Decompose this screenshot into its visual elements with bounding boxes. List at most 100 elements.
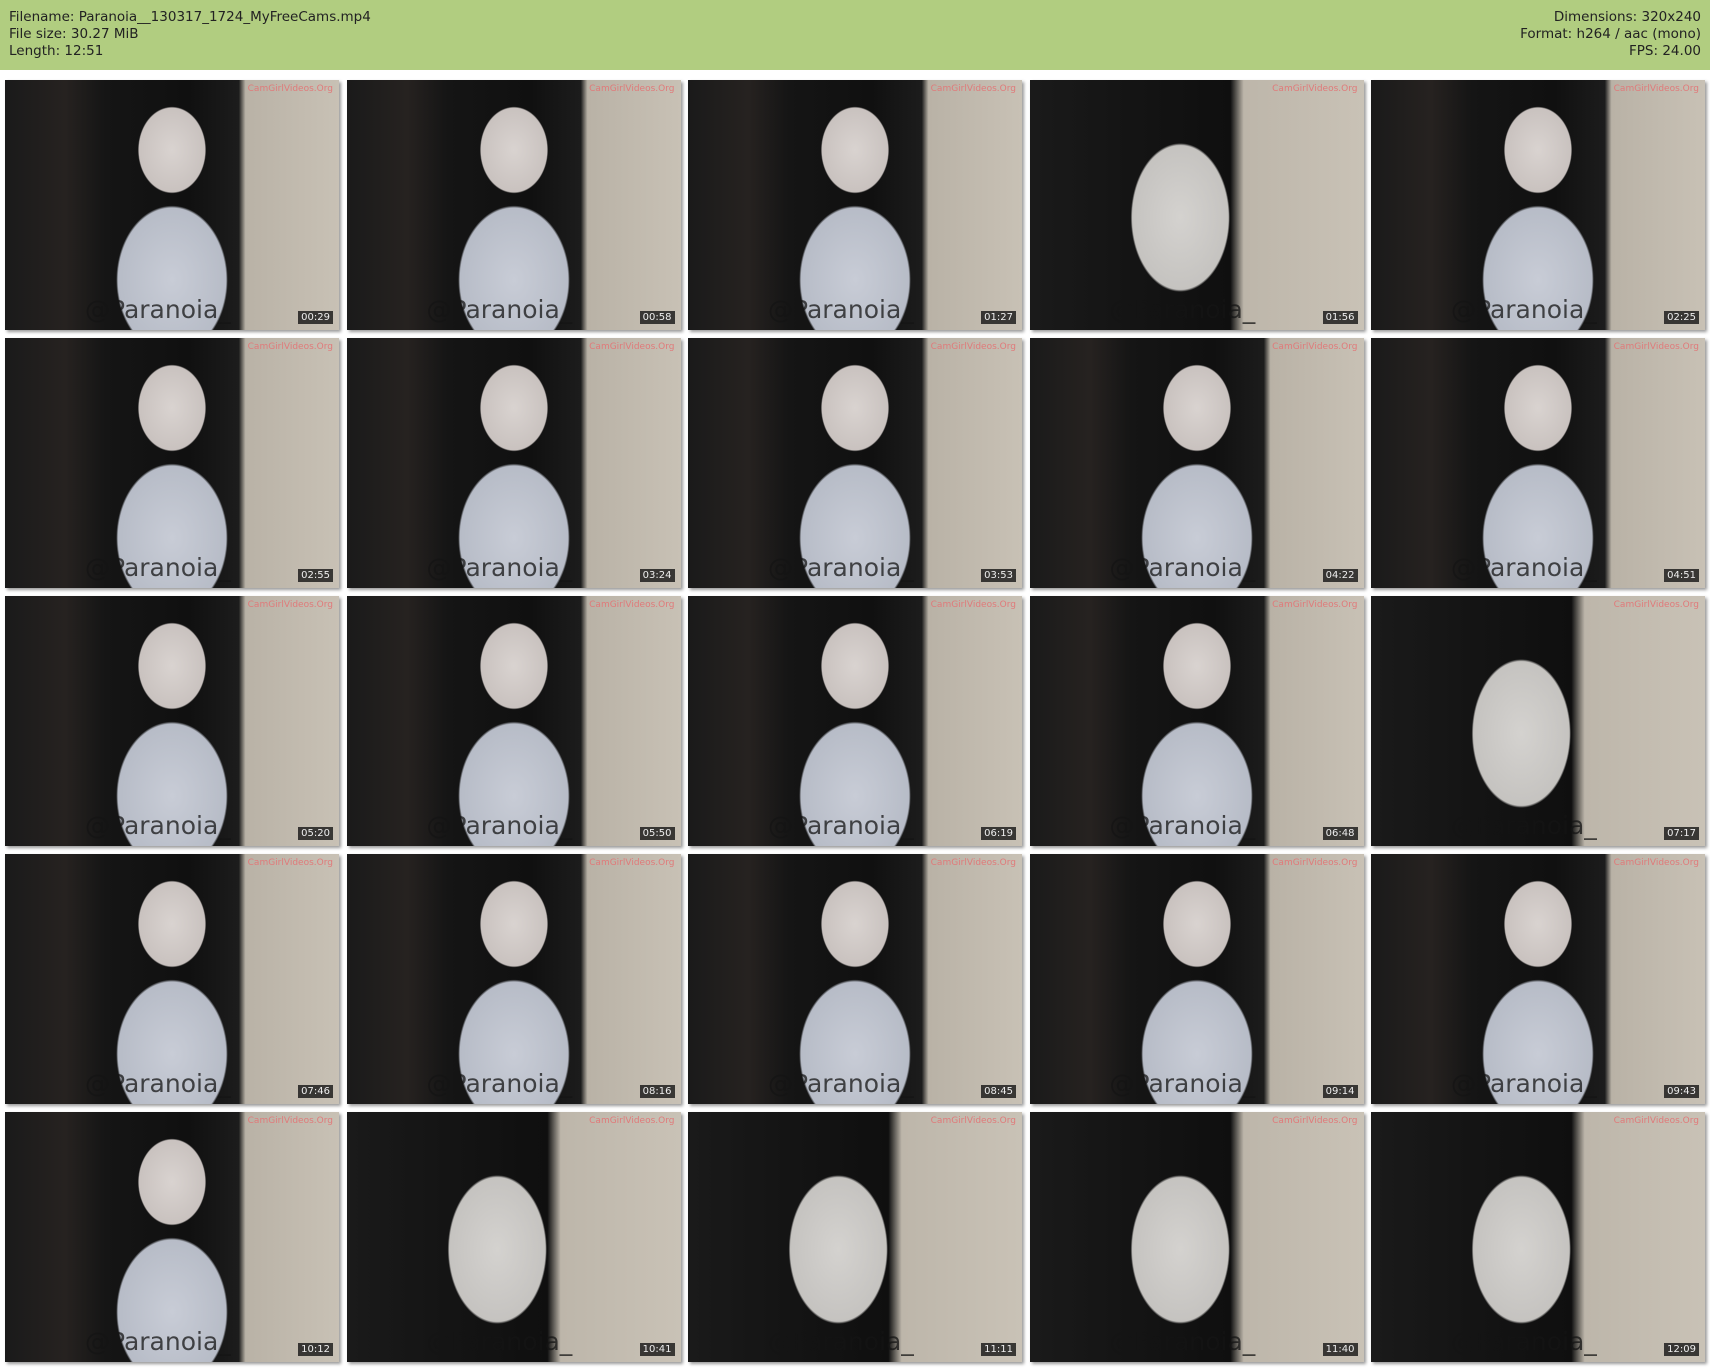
video-thumbnail[interactable]: CamGirlVideos.Org @Paranoia_ 12:09 [1371, 1112, 1705, 1362]
timestamp: 11:11 [981, 1343, 1016, 1356]
watermark-logo: CamGirlVideos.Org [247, 858, 333, 868]
overlay-text: @Paranoia_ [85, 553, 231, 582]
overlay-text: @Paranoia_ [1109, 811, 1256, 840]
watermark-logo: CamGirlVideos.Org [930, 600, 1016, 610]
overlay-text: @Paranoia_ [1451, 295, 1597, 324]
overlay-text: @Paranoia_ [426, 295, 573, 324]
watermark-logo: CamGirlVideos.Org [1613, 1116, 1699, 1126]
length-label: Length: 12:51 [9, 43, 104, 59]
watermark-logo: CamGirlVideos.Org [589, 84, 675, 94]
overlay-text: @Paranoia_ [768, 295, 914, 324]
video-thumbnail[interactable]: CamGirlVideos.Org @Paranoia_ 03:53 [688, 338, 1022, 588]
dimensions-label: Dimensions: 320x240 [1553, 9, 1701, 25]
file-info-right: Dimensions: 320x240 Format: h264 / aac (… [1520, 9, 1701, 60]
timestamp: 04:51 [1664, 569, 1699, 582]
video-thumbnail[interactable]: CamGirlVideos.Org @Paranoia_ 06:19 [688, 596, 1022, 846]
watermark-logo: CamGirlVideos.Org [930, 858, 1016, 868]
timestamp: 03:24 [639, 569, 675, 582]
video-thumbnail[interactable]: CamGirlVideos.Org @Paranoia_ 05:20 [5, 596, 339, 846]
overlay-text: @Paranoia_ [768, 1327, 914, 1356]
timestamp: 01:27 [981, 311, 1016, 324]
overlay-text: @Paranoia_ [1109, 1069, 1256, 1098]
watermark-logo: CamGirlVideos.Org [930, 1116, 1016, 1126]
timestamp: 04:22 [1322, 569, 1358, 582]
video-thumbnail[interactable]: CamGirlVideos.Org @Paranoia_ 07:46 [5, 854, 339, 1104]
overlay-text: @Paranoia_ [1451, 1069, 1597, 1098]
watermark-logo: CamGirlVideos.Org [247, 84, 333, 94]
video-thumbnail[interactable]: CamGirlVideos.Org @Paranoia_ 09:14 [1029, 854, 1364, 1104]
watermark-logo: CamGirlVideos.Org [589, 600, 675, 610]
timestamp: 01:56 [1322, 311, 1358, 324]
overlay-text: @Paranoia_ [768, 1069, 914, 1098]
timestamp: 07:46 [298, 1085, 333, 1098]
watermark-logo: CamGirlVideos.Org [1613, 600, 1699, 610]
video-thumbnail[interactable]: CamGirlVideos.Org @Paranoia_ 01:56 [1029, 80, 1364, 330]
overlay-text: @Paranoia_ [85, 1327, 231, 1356]
video-thumbnail[interactable]: CamGirlVideos.Org @Paranoia_ 00:29 [5, 80, 339, 330]
timestamp: 07:17 [1664, 827, 1699, 840]
overlay-text: @Paranoia_ [1109, 553, 1256, 582]
video-thumbnail[interactable]: CamGirlVideos.Org @Paranoia_ 08:45 [688, 854, 1022, 1104]
watermark-logo: CamGirlVideos.Org [247, 600, 333, 610]
timestamp: 00:58 [639, 311, 675, 324]
watermark-logo: CamGirlVideos.Org [247, 1116, 333, 1126]
timestamp: 05:20 [298, 827, 333, 840]
watermark-logo: CamGirlVideos.Org [1613, 342, 1699, 352]
thumbnail-grid: CamGirlVideos.Org @Paranoia_ 00:29 CamGir… [5, 80, 1705, 1362]
overlay-text: @Paranoia_ [1109, 1327, 1256, 1356]
overlay-text: @Paranoia_ [1451, 553, 1597, 582]
video-thumbnail[interactable]: CamGirlVideos.Org @Paranoia_ 11:40 [1029, 1112, 1364, 1362]
video-thumbnail[interactable]: CamGirlVideos.Org @Paranoia_ 09:43 [1371, 854, 1705, 1104]
overlay-text: @Paranoia_ [85, 1069, 231, 1098]
video-thumbnail[interactable]: CamGirlVideos.Org @Paranoia_ 01:27 [688, 80, 1022, 330]
overlay-text: @Paranoia_ [85, 811, 231, 840]
watermark-logo: CamGirlVideos.Org [930, 84, 1016, 94]
timestamp: 10:41 [639, 1343, 675, 1356]
overlay-text: @Paranoia_ [1451, 811, 1597, 840]
timestamp: 12:09 [1664, 1343, 1699, 1356]
watermark-logo: CamGirlVideos.Org [1613, 84, 1699, 94]
file-info-left: Filename: Paranoia__130317_1724_MyFreeCa… [9, 9, 371, 60]
watermark-logo: CamGirlVideos.Org [589, 858, 675, 868]
watermark-logo: CamGirlVideos.Org [1613, 858, 1699, 868]
timestamp: 02:25 [1664, 311, 1699, 324]
overlay-text: @Paranoia_ [85, 295, 231, 324]
video-thumbnail[interactable]: CamGirlVideos.Org @Paranoia_ 02:55 [5, 338, 339, 588]
info-header: Filename: Paranoia__130317_1724_MyFreeCa… [0, 0, 1710, 70]
timestamp: 03:53 [981, 569, 1016, 582]
video-thumbnail[interactable]: CamGirlVideos.Org @Paranoia_ 04:22 [1029, 338, 1364, 588]
timestamp: 05:50 [639, 827, 675, 840]
overlay-text: @Paranoia_ [426, 811, 573, 840]
overlay-text: @Paranoia_ [768, 811, 914, 840]
watermark-logo: CamGirlVideos.Org [1272, 858, 1358, 868]
video-thumbnail[interactable]: CamGirlVideos.Org @Paranoia_ 10:12 [5, 1112, 339, 1362]
watermark-logo: CamGirlVideos.Org [1272, 342, 1358, 352]
timestamp: 08:45 [981, 1085, 1016, 1098]
video-thumbnail[interactable]: CamGirlVideos.Org @Paranoia_ 08:16 [346, 854, 681, 1104]
watermark-logo: CamGirlVideos.Org [247, 342, 333, 352]
watermark-logo: CamGirlVideos.Org [1272, 600, 1358, 610]
watermark-logo: CamGirlVideos.Org [589, 342, 675, 352]
overlay-text: @Paranoia_ [426, 553, 573, 582]
video-thumbnail[interactable]: CamGirlVideos.Org @Paranoia_ 02:25 [1371, 80, 1705, 330]
watermark-logo: CamGirlVideos.Org [1272, 1116, 1358, 1126]
timestamp: 00:29 [298, 311, 333, 324]
video-thumbnail[interactable]: CamGirlVideos.Org @Paranoia_ 04:51 [1371, 338, 1705, 588]
format-label: Format: h264 / aac (mono) [1520, 26, 1701, 42]
video-thumbnail[interactable]: CamGirlVideos.Org @Paranoia_ 07:17 [1371, 596, 1705, 846]
video-thumbnail[interactable]: CamGirlVideos.Org @Paranoia_ 03:24 [346, 338, 681, 588]
timestamp: 09:14 [1322, 1085, 1358, 1098]
video-thumbnail[interactable]: CamGirlVideos.Org @Paranoia_ 10:41 [346, 1112, 681, 1362]
timestamp: 02:55 [298, 569, 333, 582]
watermark-logo: CamGirlVideos.Org [930, 342, 1016, 352]
video-thumbnail[interactable]: CamGirlVideos.Org @Paranoia_ 06:48 [1029, 596, 1364, 846]
overlay-text: @Paranoia_ [1451, 1327, 1597, 1356]
video-thumbnail[interactable]: CamGirlVideos.Org @Paranoia_ 11:11 [688, 1112, 1022, 1362]
video-thumbnail[interactable]: CamGirlVideos.Org @Paranoia_ 05:50 [346, 596, 681, 846]
timestamp: 11:40 [1322, 1343, 1358, 1356]
overlay-text: @Paranoia_ [768, 553, 914, 582]
video-thumbnail[interactable]: CamGirlVideos.Org @Paranoia_ 00:58 [346, 80, 681, 330]
overlay-text: @Paranoia_ [426, 1327, 573, 1356]
watermark-logo: CamGirlVideos.Org [1272, 84, 1358, 94]
fps-label: FPS: 24.00 [1629, 43, 1701, 59]
